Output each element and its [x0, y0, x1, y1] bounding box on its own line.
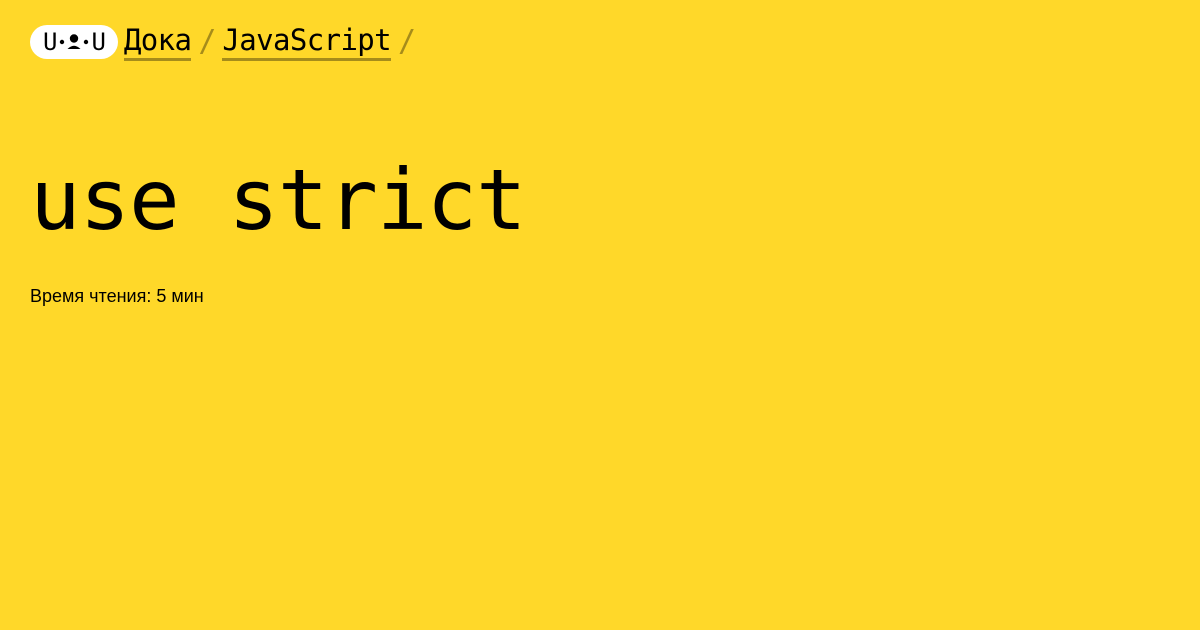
face-icon: [60, 34, 89, 49]
breadcrumb-link-doka[interactable]: Дока: [123, 23, 192, 61]
logo-letter-right: U: [91, 28, 106, 56]
page-title: use strict: [30, 151, 527, 249]
breadcrumb: Дока / JavaScript /: [123, 23, 422, 61]
breadcrumb-separator-trailing: /: [398, 24, 417, 59]
logo-letter-left: U: [43, 28, 58, 56]
breadcrumb-separator: /: [198, 24, 217, 59]
header-bar: U U Дока / JavaScript /: [30, 22, 422, 62]
breadcrumb-link-javascript[interactable]: JavaScript: [222, 23, 392, 61]
logo-link[interactable]: U U: [30, 25, 118, 59]
reading-time: Время чтения: 5 мин: [30, 286, 204, 306]
